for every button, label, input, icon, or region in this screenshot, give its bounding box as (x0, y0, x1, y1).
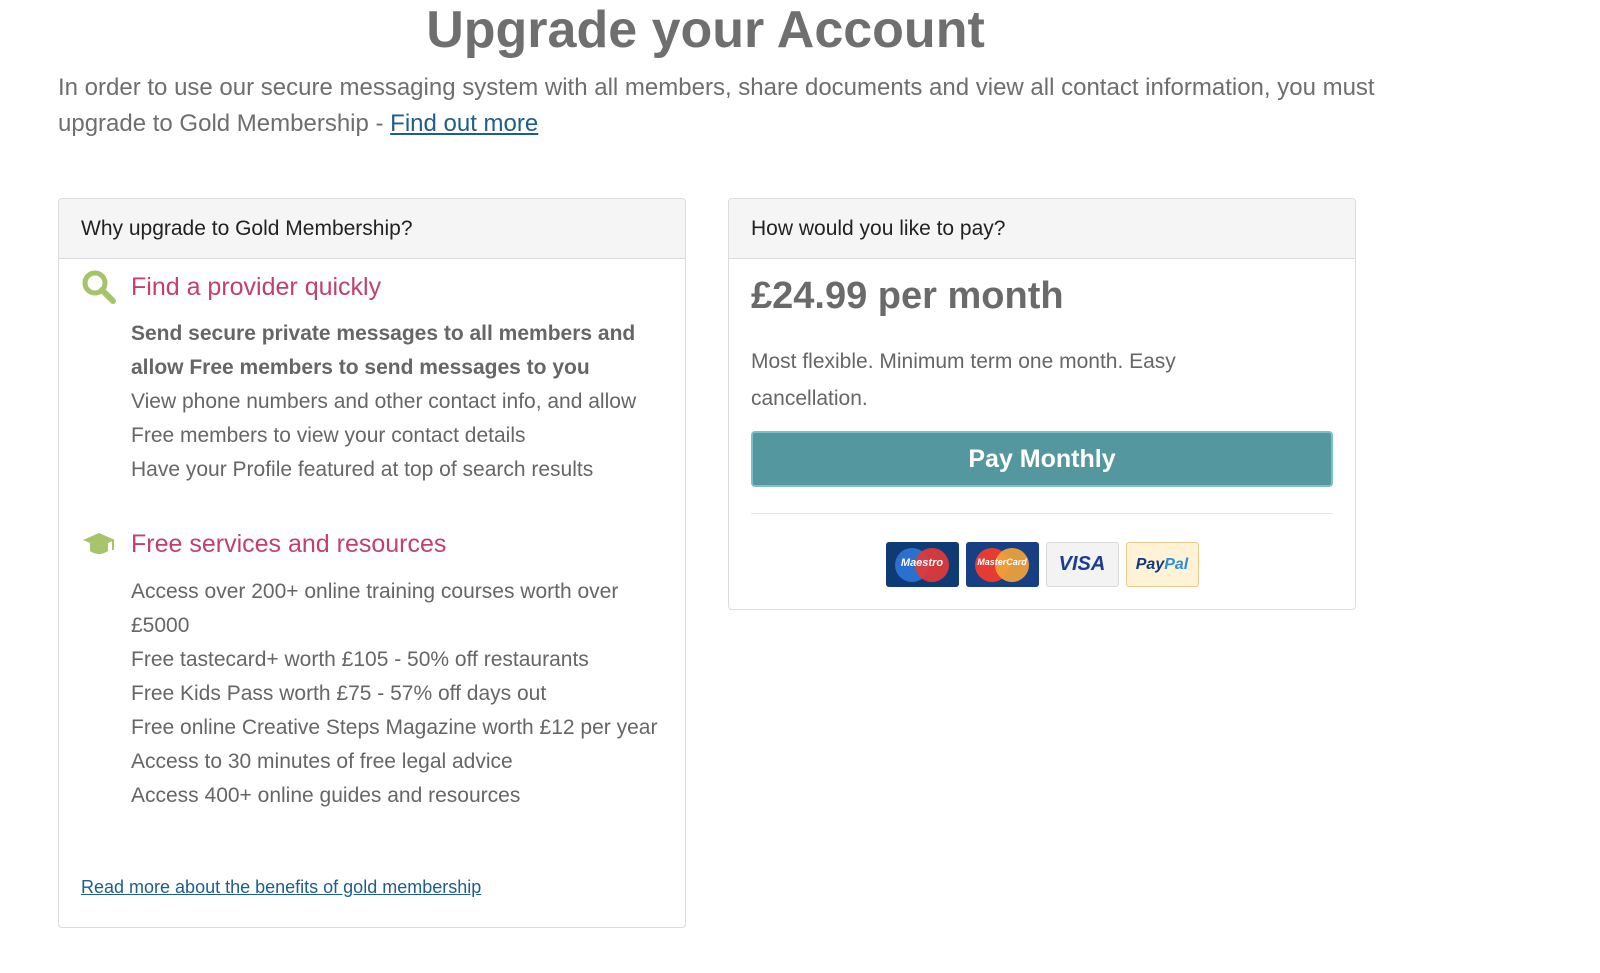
list-item: Have your Profile featured at top of sea… (131, 458, 594, 481)
visa-label: VISA (1058, 553, 1106, 575)
mastercard-icon: MasterCard (965, 542, 1039, 587)
intro-text: In order to use our secure messaging sys… (58, 70, 1378, 142)
list-item: Free online Creative Steps Magazine wort… (131, 716, 658, 739)
list-item: Access over 200+ online training courses… (131, 580, 619, 637)
payment-methods: Maestro MasterCard VISA Pay Pal (729, 542, 1355, 587)
section-title: Free services and resources (131, 529, 447, 558)
intro-body: In order to use our secure messaging sys… (58, 74, 1375, 137)
free-services-list: Access over 200+ online training courses… (131, 575, 669, 813)
list-item: Access 400+ online guides and resources (131, 784, 521, 807)
paypal-icon: Pay Pal (1125, 542, 1199, 587)
find-out-more-link[interactable]: Find out more (390, 110, 538, 137)
section-free-services: Free services and resources (81, 526, 446, 562)
list-item: View phone numbers and other contact inf… (131, 390, 637, 447)
price-label: £24.99 per month (751, 275, 1064, 317)
maestro-label: Maestro (900, 556, 944, 569)
payment-panel: How would you like to pay? £24.99 per mo… (728, 198, 1356, 610)
list-item: Free Kids Pass worth £75 - 57% off days … (131, 682, 547, 705)
payment-heading: How would you like to pay? (729, 199, 1355, 259)
provider-benefits-list: Send secure private messages to all memb… (131, 317, 669, 487)
search-icon (82, 270, 116, 304)
list-item: Free tastecard+ worth £105 - 50% off res… (131, 648, 589, 671)
why-upgrade-heading: Why upgrade to Gold Membership? (59, 199, 685, 259)
list-item: Access to 30 minutes of free legal advic… (131, 750, 513, 773)
mastercard-label: MasterCard (977, 556, 1027, 567)
price-description: Most flexible. Minimum term one month. E… (751, 350, 1176, 410)
graduation-cap-icon (83, 533, 115, 554)
why-upgrade-panel: Why upgrade to Gold Membership? Find a p… (58, 198, 686, 928)
read-more-benefits-link[interactable]: Read more about the benefits of gold mem… (81, 877, 481, 898)
pay-monthly-button[interactable]: Pay Monthly (751, 431, 1333, 487)
page-title: Upgrade your Account (426, 1, 985, 59)
visa-icon: VISA (1045, 542, 1119, 587)
paypal-label-pay: Pay (1135, 555, 1165, 573)
section-find-provider: Find a provider quickly (81, 269, 381, 305)
maestro-card-icon: Maestro (885, 542, 959, 587)
paypal-label-pal: Pal (1164, 555, 1189, 573)
section-title: Find a provider quickly (131, 272, 382, 301)
list-item: Send secure private messages to all memb… (131, 322, 636, 379)
divider (751, 513, 1333, 514)
